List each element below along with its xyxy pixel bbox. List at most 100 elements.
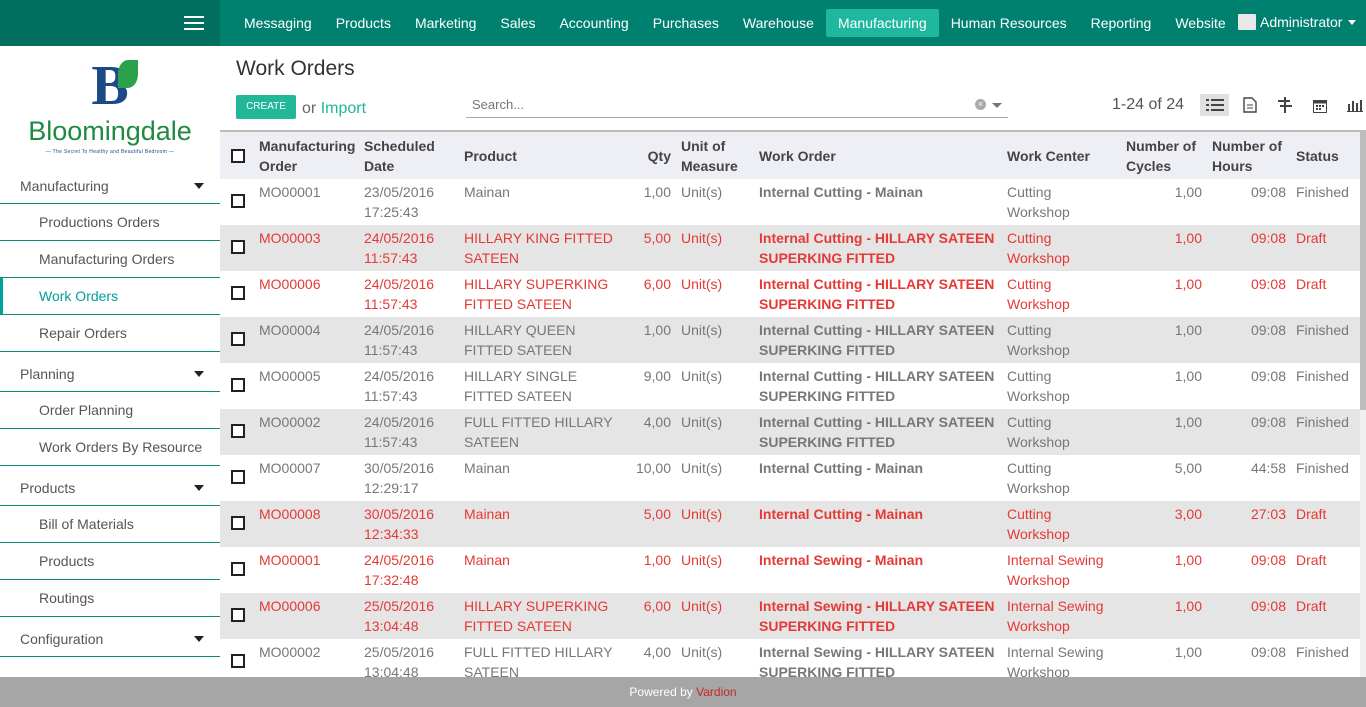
- footer-prefix: Powered by: [629, 685, 693, 699]
- menu-item-marketing[interactable]: Marketing: [403, 9, 488, 37]
- cell-wo: Internal Sewing - HILLARY SATEEN SUPERKI…: [754, 593, 1002, 639]
- pivot-view-icon[interactable]: [1270, 94, 1299, 116]
- table-row[interactable]: MO00004 24/05/2016 11:57:43 HILLARY QUEEN …: [220, 317, 1360, 363]
- topbar-left-panel: [0, 0, 220, 46]
- list-scrollbar[interactable]: [1360, 130, 1366, 677]
- footer-brand[interactable]: Vardion: [696, 685, 736, 699]
- menu-item-website[interactable]: Website: [1163, 9, 1237, 37]
- row-select-cell: [220, 317, 254, 363]
- cell-hours: 09:08: [1207, 225, 1291, 271]
- row-checkbox[interactable]: [231, 470, 245, 484]
- column-header-work-order[interactable]: Work Order: [754, 130, 1002, 179]
- sidebar-item-bill-of-materials[interactable]: Bill of Materials: [0, 506, 220, 543]
- column-header-unit-of-measure[interactable]: Unit of Measure: [676, 130, 754, 179]
- row-checkbox[interactable]: [231, 424, 245, 438]
- sidebar-section-planning[interactable]: Planning: [0, 356, 220, 392]
- column-header-qty[interactable]: Qty: [621, 130, 676, 179]
- menu-item-warehouse[interactable]: Warehouse: [731, 9, 826, 37]
- table-row[interactable]: MO00008 30/05/2016 12:34:33 Mainan 5,00 Unit…: [220, 501, 1360, 547]
- cell-date: 25/05/2016 13:04:48: [359, 593, 459, 639]
- table-row[interactable]: MO00007 30/05/2016 12:29:17 Mainan 10,00 Uni…: [220, 455, 1360, 501]
- row-checkbox[interactable]: [231, 286, 245, 300]
- cell-hours: 09:08: [1250, 276, 1286, 292]
- sidebar-section-configuration[interactable]: Configuration: [0, 621, 220, 657]
- table-row[interactable]: MO00002 24/05/2016 11:57:43 FULL FITTED HI…: [220, 409, 1360, 455]
- table-row[interactable]: MO00006 25/05/2016 13:04:48 HILLARY SUPERK…: [220, 593, 1360, 639]
- sidebar-section-manufacturing[interactable]: Manufacturing: [0, 168, 220, 204]
- scrollbar-thumb[interactable]: [1360, 130, 1366, 410]
- cell-cycles: 1,00: [1121, 409, 1207, 455]
- row-checkbox[interactable]: [231, 516, 245, 530]
- table-row[interactable]: MO00001 23/05/2016 17:25:43 Mainan 1,00 Unit…: [220, 179, 1360, 225]
- work-orders-list: Manufacturing Order Scheduled Date Product…: [220, 130, 1360, 677]
- menu-item-messaging[interactable]: Messaging: [232, 9, 324, 37]
- sidebar-item-repair-orders[interactable]: Repair Orders: [0, 315, 220, 352]
- sidebar-item-work-orders[interactable]: Work Orders: [0, 278, 220, 315]
- sidebar-item-work-orders-by-resource[interactable]: Work Orders By Resource: [0, 429, 220, 466]
- view-switcher: [1200, 94, 1366, 116]
- column-header-work-center[interactable]: Work Center: [1002, 130, 1121, 179]
- cell-status: Draft: [1296, 552, 1327, 568]
- import-link[interactable]: Import: [321, 100, 366, 117]
- list-view-icon[interactable]: [1200, 94, 1229, 116]
- clear-search-icon[interactable]: ×: [975, 99, 986, 110]
- table-row[interactable]: MO00005 24/05/2016 11:57:43 HILLARY SINGLE…: [220, 363, 1360, 409]
- menu-item-manufacturing[interactable]: Manufacturing: [825, 9, 939, 37]
- table-row[interactable]: MO00006 24/05/2016 11:57:43 HILLARY SUPERK…: [220, 271, 1360, 317]
- menu-item-human-resources[interactable]: Human Resources: [939, 9, 1079, 37]
- pager-value[interactable]: 1-24 of 24: [1112, 96, 1184, 114]
- cell-wo: Internal Cutting - HILLARY SATEEN SUPERK…: [754, 225, 1002, 271]
- column-header-number-of-cycles[interactable]: Number of Cycles: [1121, 130, 1207, 179]
- user-name: Administrator: [1260, 14, 1343, 30]
- column-header-manufacturing-order[interactable]: Manufacturing Order: [254, 130, 359, 179]
- cell-status: Finished: [1291, 409, 1360, 455]
- cell-mo: MO00005: [259, 368, 321, 384]
- cell-status: Finished: [1296, 184, 1349, 200]
- row-checkbox[interactable]: [231, 562, 245, 576]
- create-button[interactable]: CREATE: [236, 95, 296, 119]
- sidebar-item-manufacturing-orders[interactable]: Manufacturing Orders: [0, 241, 220, 278]
- cell-mo: MO00001: [259, 552, 321, 568]
- table-row[interactable]: MO00001 24/05/2016 17:32:48 Mainan 1,00 Unit…: [220, 547, 1360, 593]
- search-input[interactable]: [466, 94, 946, 112]
- cell-mo: MO00006: [259, 276, 321, 292]
- menu-item-accounting[interactable]: Accounting: [547, 9, 640, 37]
- column-header-product[interactable]: Product: [459, 130, 621, 179]
- table-row[interactable]: MO00003 24/05/2016 11:57:43 HILLARY KING F…: [220, 225, 1360, 271]
- graph-view-icon[interactable]: [1340, 94, 1366, 116]
- sidebar-item-productions-orders[interactable]: Productions Orders: [0, 204, 220, 241]
- user-menu[interactable]: Administrator: [1238, 14, 1357, 30]
- hamburger-menu-icon[interactable]: [184, 16, 204, 31]
- form-view-icon[interactable]: [1235, 94, 1264, 116]
- table-row[interactable]: MO00002 25/05/2016 13:04:48 FULL FITTED HI…: [220, 639, 1360, 677]
- row-checkbox[interactable]: [231, 608, 245, 622]
- sidebar-section-label: Configuration: [20, 630, 104, 647]
- calendar-view-icon[interactable]: [1305, 94, 1334, 116]
- row-checkbox[interactable]: [231, 194, 245, 208]
- row-checkbox[interactable]: [231, 240, 245, 254]
- row-checkbox[interactable]: [231, 378, 245, 392]
- sidebar-item-routings[interactable]: Routings: [0, 580, 220, 617]
- cell-qty: 10,00: [635, 460, 671, 476]
- search-options-chevron-icon[interactable]: [992, 103, 1002, 108]
- column-header-scheduled-date[interactable]: Scheduled Date: [359, 130, 459, 179]
- select-all-checkbox[interactable]: [231, 148, 245, 163]
- cell-status: Draft: [1291, 225, 1360, 271]
- column-header-number-of-hours[interactable]: Number of Hours: [1207, 130, 1291, 179]
- company-logo[interactable]: B Bloomingdale — The Secret To Healthy a…: [20, 58, 200, 158]
- menu-item-reporting[interactable]: Reporting: [1079, 9, 1164, 37]
- menu-item-sales[interactable]: Sales: [488, 9, 547, 37]
- row-checkbox[interactable]: [231, 332, 245, 346]
- sidebar-item-order-planning[interactable]: Order Planning: [0, 392, 220, 429]
- cell-status: Draft: [1296, 276, 1327, 292]
- sidebar-section-products[interactable]: Products: [0, 470, 220, 506]
- menu-item-products[interactable]: Products: [324, 9, 403, 37]
- cell-cycles: 1,00: [1174, 644, 1202, 660]
- sidebar-item-products[interactable]: Products: [0, 543, 220, 580]
- cell-product: Mainan: [459, 501, 621, 547]
- column-header-status[interactable]: Status: [1291, 130, 1360, 179]
- cell-wo: Internal Cutting - HILLARY SATEEN SUPERK…: [759, 368, 995, 404]
- sidebar-section-label: Planning: [20, 365, 75, 382]
- menu-item-purchases[interactable]: Purchases: [641, 9, 731, 37]
- row-checkbox[interactable]: [231, 654, 245, 668]
